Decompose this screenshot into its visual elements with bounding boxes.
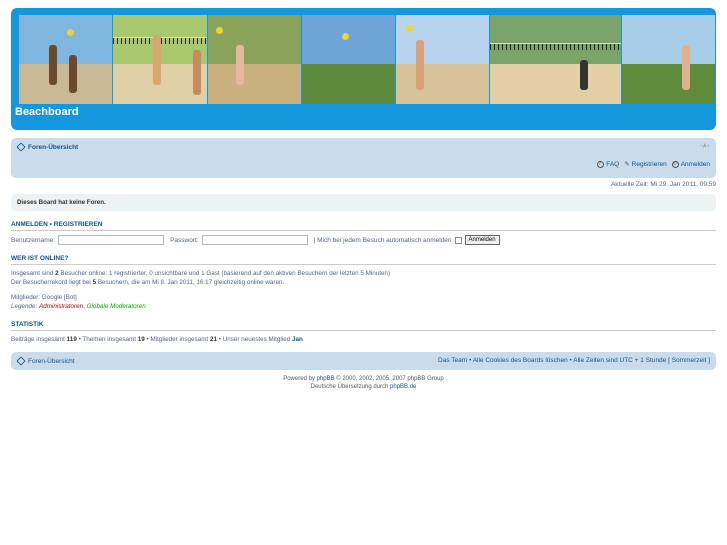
online-members-line: Mitglieder: Google [Bot] [11, 294, 77, 301]
copyright: Powered by phpBB © 2000, 2002, 2005, 200… [11, 375, 716, 391]
footer-navbar: Foren-Übersicht Das Team • Alle Cookies … [11, 352, 716, 370]
navbar: Foren-Übersicht ⁻ᴬ⁺ ? FAQ ✎ Registrieren ↻… [11, 138, 716, 178]
faq-icon: ? [597, 160, 605, 168]
site-header: Beachboard [11, 8, 716, 130]
autologin-label: | Mich bei jedem Besuch automatisch anme… [313, 236, 452, 244]
legend-mod-link[interactable]: Globale Moderatoren [87, 303, 146, 310]
site-title[interactable]: Beachboard [15, 106, 79, 118]
login-form: Benutzername: Passwort: | Mich bei jedem… [11, 235, 716, 245]
stats-heading: Statistik [11, 321, 716, 331]
login-heading-link[interactable]: Anmelden [11, 221, 48, 228]
faq-link[interactable]: ? FAQ [597, 160, 619, 168]
login-link[interactable]: ↻ Anmelden [671, 160, 710, 168]
powered-by: Powered by phpBB © 2000, 2002, 2005, 200… [283, 376, 444, 382]
translation-credit: Deutsche Übersetzung durch phpBB.de [310, 384, 417, 390]
password-label: Passwort: [170, 236, 199, 244]
autologin-checkbox[interactable] [454, 236, 462, 244]
username-label: Benutzername: [11, 236, 56, 244]
password-input[interactable] [201, 235, 308, 245]
login-submit-button[interactable]: Anmelden [464, 235, 500, 245]
current-time: Aktuelle Zeit: Mi 29. Jan 2011, 09:59 [610, 181, 716, 188]
phpbb-link[interactable]: phpBB [317, 376, 335, 382]
newest-member-link[interactable]: Jan [292, 336, 303, 343]
login-icon: ↻ [671, 160, 679, 168]
footer-links[interactable]: Das Team • Alle Cookies des Boards lösch… [438, 357, 710, 364]
register-heading-link[interactable]: Registrieren [54, 221, 103, 228]
banner-photo [396, 15, 490, 104]
banner-photo [621, 15, 716, 104]
online-record-line: Der Besucherrekord liegt bei 5 Besuchern… [11, 279, 285, 286]
stats-line: Beiträge insgesamt 119 • Themen insgesam… [11, 336, 303, 343]
banner-photo [19, 15, 113, 104]
page-wrapper: Beachboard Foren-Übersicht ⁻ᴬ⁺ ? FAQ ✎ Reg… [11, 8, 716, 391]
banner-photo [207, 15, 301, 104]
banner-photo [301, 15, 395, 104]
footer-home-link[interactable]: Foren-Übersicht [28, 358, 75, 365]
login-heading: Anmelden • Registrieren [11, 221, 716, 231]
breadcrumb: Foren-Übersicht [16, 142, 78, 152]
home-icon [16, 356, 26, 366]
footer-breadcrumb: Foren-Übersicht [16, 356, 75, 366]
home-icon [16, 142, 26, 152]
legend-admin-link[interactable]: Administratoren [39, 303, 83, 310]
phpbb-de-link[interactable]: phpBB.de [390, 384, 416, 390]
banner-photo [113, 15, 207, 104]
resize-icon[interactable]: ⁻ᴬ⁺ [699, 143, 710, 151]
legend-line: Legende: Administratoren, Globale Modera… [11, 303, 146, 310]
online-info: Insgesamt sind 2 Besucher online: 1 regi… [11, 269, 716, 311]
register-icon: ✎ [624, 161, 630, 168]
header-banner [19, 15, 716, 104]
breadcrumb-home-link[interactable]: Foren-Übersicht [28, 144, 78, 151]
register-link[interactable]: ✎ Registrieren [624, 160, 667, 169]
banner-photo [490, 15, 621, 104]
online-count-line: Insgesamt sind 2 Besucher online: 1 regi… [11, 270, 391, 277]
notice-panel: Dieses Board hat keine Foren. [11, 194, 716, 211]
username-input[interactable] [58, 235, 165, 245]
online-heading[interactable]: Wer ist online? [11, 255, 716, 265]
navbar-links: ? FAQ ✎ Registrieren ↻ Anmelden [597, 160, 710, 168]
